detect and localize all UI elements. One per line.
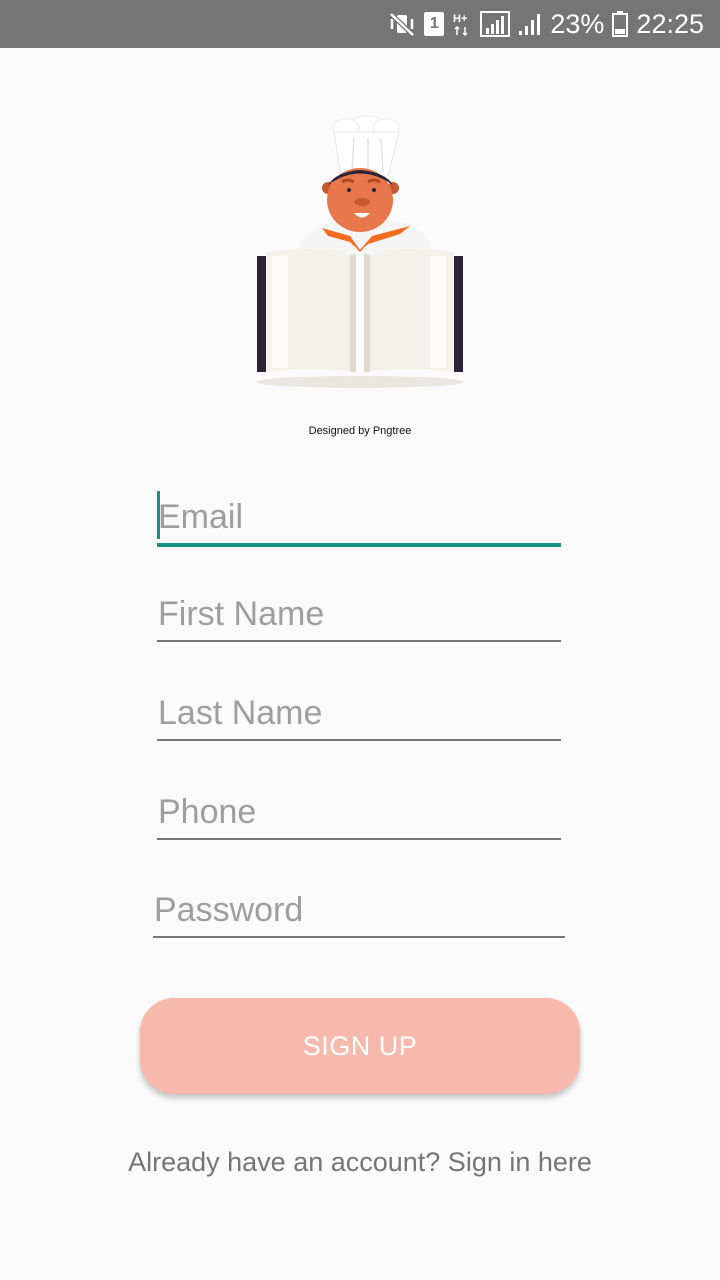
email-underline xyxy=(157,543,561,547)
password-field[interactable]: Password xyxy=(153,878,565,938)
first-name-placeholder: First Name xyxy=(158,595,325,633)
email-placeholder: Email xyxy=(158,498,244,536)
last-name-placeholder: Last Name xyxy=(158,694,323,732)
status-icons: 1 H+ 23% 22:25 xyxy=(388,0,704,48)
clock: 22:25 xyxy=(636,8,704,39)
email-field[interactable]: Email xyxy=(157,485,561,547)
signup-screen: 1 H+ 23% 22:25 Designed by Pngtree Email… xyxy=(0,0,720,1280)
last-name-underline xyxy=(157,739,561,741)
mute-vibrate-icon xyxy=(388,11,416,37)
first-name-field[interactable]: First Name xyxy=(157,582,561,642)
phone-placeholder: Phone xyxy=(158,793,257,831)
phone-field[interactable]: Phone xyxy=(157,780,561,840)
hplus-data-icon: H+ xyxy=(452,11,472,37)
status-bar: 1 H+ 23% 22:25 xyxy=(0,0,720,48)
battery-percent: 23% xyxy=(550,8,605,39)
battery-icon xyxy=(612,10,629,38)
signin-link[interactable]: Already have an account? Sign in here xyxy=(0,1147,720,1178)
last-name-field[interactable]: Last Name xyxy=(157,681,561,741)
chef-illustration xyxy=(250,110,470,400)
signal-icon xyxy=(480,10,511,38)
password-underline xyxy=(153,936,565,938)
signal-icon xyxy=(518,11,542,37)
sim-1-icon: 1 xyxy=(424,12,445,36)
password-placeholder: Password xyxy=(154,891,304,929)
first-name-underline xyxy=(157,640,561,642)
signup-button[interactable]: SIGN UP xyxy=(140,998,580,1094)
illustration-credit: Designed by Pngtree xyxy=(308,425,412,437)
phone-underline xyxy=(157,838,561,840)
svg-text:H+: H+ xyxy=(453,13,467,25)
